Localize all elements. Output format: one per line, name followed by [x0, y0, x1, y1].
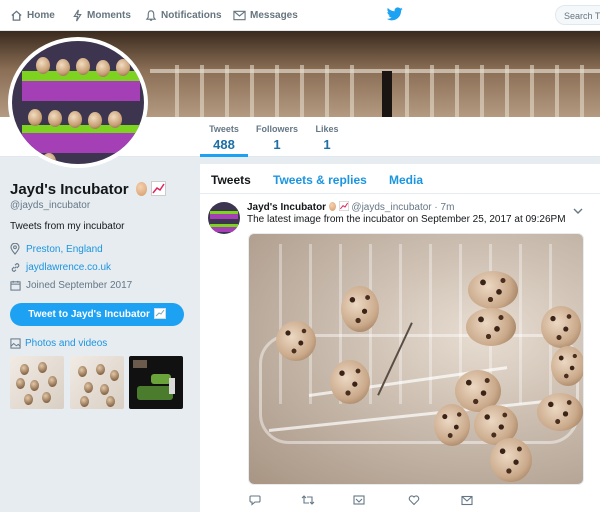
- nav-moments[interactable]: Moments: [72, 0, 131, 31]
- envelope-icon[interactable]: [461, 493, 473, 511]
- top-navigation-bar: Home Moments Notifications Messages Sear…: [0, 0, 600, 31]
- stat-tweets[interactable]: Tweets 488: [200, 117, 248, 157]
- stat-followers-value: 1: [273, 137, 281, 152]
- timeline-tabs: Tweets Tweets & replies Media: [200, 164, 600, 194]
- nav-notifications[interactable]: Notifications: [145, 0, 222, 31]
- location-pin-icon: [10, 243, 22, 255]
- photos-and-videos-link[interactable]: Photos and videos: [25, 338, 107, 349]
- nav-home[interactable]: Home: [10, 0, 55, 31]
- profile-location: Preston, England: [10, 243, 103, 255]
- egg-emoji-icon: [135, 182, 147, 196]
- lightning-icon: [72, 9, 83, 22]
- stat-followers[interactable]: Followers 1: [252, 117, 302, 157]
- direct-message-tweet-icon[interactable]: [353, 493, 365, 511]
- tweet-timeline: Tweets Tweets & replies Media Jayd's Inc…: [200, 164, 600, 512]
- tweet-header: Jayd's Incubator @jayds_incubator · 7m: [247, 201, 454, 214]
- chart-increasing-emoji-icon: [150, 181, 166, 200]
- tweet-photo[interactable]: [248, 233, 584, 485]
- image-icon: [10, 338, 21, 349]
- chevron-down-icon[interactable]: [573, 202, 583, 220]
- stat-likes-value: 1: [323, 137, 331, 152]
- tab-media[interactable]: Media: [389, 173, 423, 187]
- link-icon: [10, 262, 22, 273]
- media-thumbnail-1[interactable]: [10, 356, 64, 409]
- chart-emoji-icon: [153, 305, 166, 328]
- website-link[interactable]: jaydlawrence.co.uk: [26, 262, 111, 273]
- tweet-timestamp[interactable]: · 7m: [434, 202, 454, 213]
- profile-joined: Joined September 2017: [10, 280, 132, 291]
- tab-tweets[interactable]: Tweets: [211, 173, 251, 187]
- profile-handle: @jayds_incubator: [10, 200, 91, 211]
- tweet-author-handle[interactable]: @jayds_incubator: [351, 202, 431, 213]
- tweet-author-avatar[interactable]: [208, 202, 240, 234]
- profile-bio: Tweets from my incubator: [10, 221, 125, 232]
- media-thumbnail-2[interactable]: [70, 356, 124, 409]
- envelope-icon: [233, 10, 246, 21]
- profile-avatar[interactable]: [8, 37, 148, 168]
- reply-icon[interactable]: [249, 493, 261, 511]
- nav-messages-label: Messages: [250, 10, 298, 21]
- nav-messages[interactable]: Messages: [233, 0, 298, 31]
- tweet-text: The latest image from the incubator on S…: [247, 214, 566, 225]
- tweet-to-button[interactable]: Tweet to Jayd's Incubator: [10, 303, 184, 326]
- search-input[interactable]: Search Twitter: [555, 5, 600, 25]
- tweet-author-name[interactable]: Jayd's Incubator: [247, 202, 326, 213]
- retweet-icon[interactable]: [301, 493, 315, 511]
- like-heart-icon[interactable]: [408, 493, 420, 511]
- tweet-to-button-label: Tweet to Jayd's Incubator: [28, 309, 150, 320]
- egg-emoji-icon: [328, 202, 336, 211]
- nav-moments-label: Moments: [87, 10, 131, 21]
- profile-website: jaydlawrence.co.uk: [10, 262, 111, 273]
- nav-home-label: Home: [27, 10, 55, 21]
- photos-and-videos-header: Photos and videos: [10, 338, 107, 349]
- stat-likes-label: Likes: [315, 124, 339, 134]
- nav-notifications-label: Notifications: [161, 10, 222, 21]
- chart-increasing-emoji-icon: [338, 201, 349, 214]
- twitter-bird-logo-icon[interactable]: [386, 7, 403, 26]
- profile-name-text: Jayd's Incubator: [10, 181, 129, 198]
- location-link[interactable]: Preston, England: [26, 244, 103, 255]
- calendar-icon: [10, 280, 22, 291]
- tab-tweets-and-replies[interactable]: Tweets & replies: [273, 173, 367, 187]
- bell-icon: [145, 9, 157, 22]
- stat-tweets-label: Tweets: [209, 124, 239, 134]
- media-thumbnail-3[interactable]: [129, 356, 183, 409]
- home-icon: [10, 9, 23, 22]
- profile-name[interactable]: Jayd's Incubator: [10, 181, 166, 200]
- stat-tweets-value: 488: [213, 137, 235, 152]
- joined-date: Joined September 2017: [26, 280, 133, 291]
- stat-likes[interactable]: Likes 1: [309, 117, 345, 157]
- stat-followers-label: Followers: [255, 124, 298, 134]
